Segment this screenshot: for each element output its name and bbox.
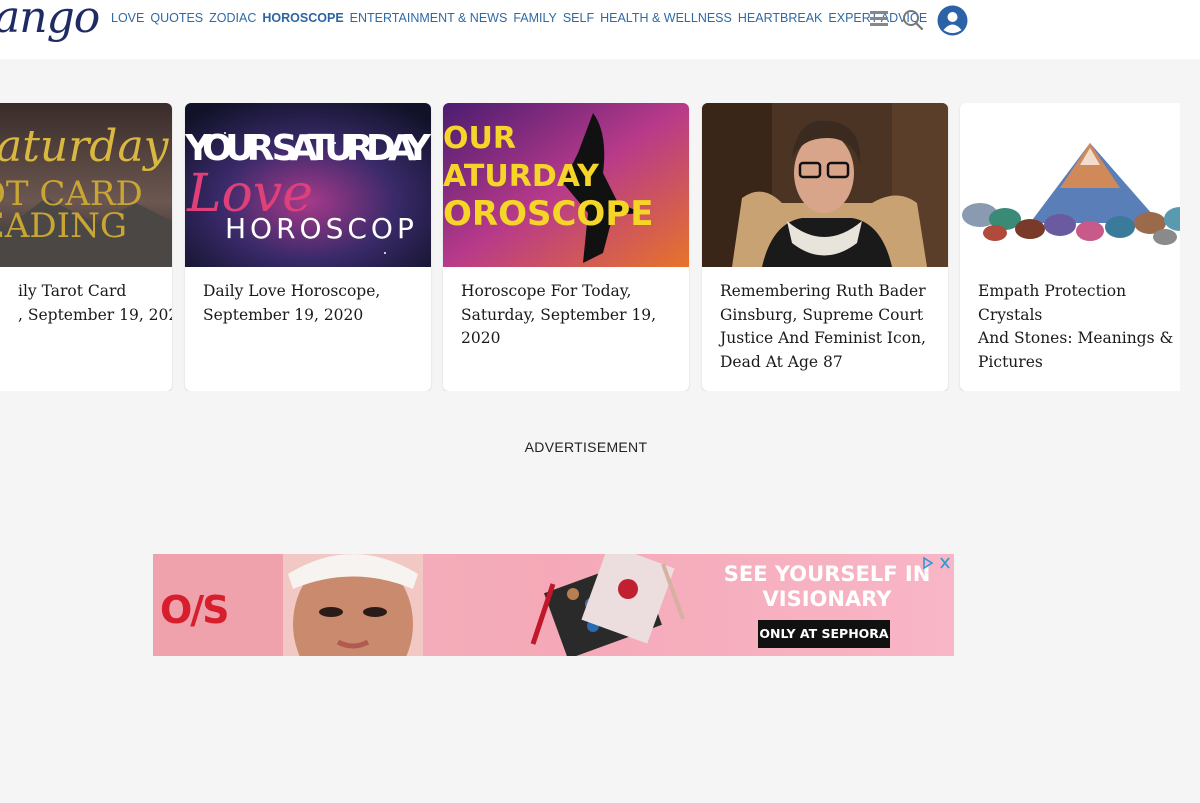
article-card[interactable]: aturday OT CARD EADING ily Tarot Card , …	[0, 103, 172, 391]
article-card[interactable]: Empath Protection Crystals And Stones: M…	[960, 103, 1180, 391]
article-thumbnail: aturday OT CARD EADING	[0, 103, 172, 267]
ad-brand-logo: O/S	[160, 588, 230, 632]
svg-text:OUR: OUR	[443, 121, 516, 156]
adchoices-icon[interactable]	[922, 556, 952, 575]
article-card[interactable]: YOUR SATURDAY Love HOROSCOP Daily Love H…	[185, 103, 431, 391]
svg-text:HOROSCOP: HOROSCOP	[225, 212, 418, 245]
ad-headline: SEE YOURSELF IN VISIONARY	[723, 562, 931, 611]
article-title[interactable]: Remembering Ruth Bader Ginsburg, Supreme…	[720, 280, 935, 374]
main-nav: LOVE QUOTES ZODIAC HOROSCOPE ENTERTAINME…	[111, 11, 933, 25]
account-avatar-icon[interactable]	[937, 5, 968, 41]
nav-item-self[interactable]: SELF	[563, 11, 594, 25]
search-icon[interactable]	[902, 9, 924, 36]
nav-item-heartbreak[interactable]: HEARTBREAK	[738, 11, 823, 25]
article-thumbnail: YOUR SATURDAY Love HOROSCOP	[185, 103, 431, 267]
svg-text:ATURDAY: ATURDAY	[443, 159, 600, 194]
article-card[interactable]: OUR ATURDAY OROSCOPE Horoscope For Today…	[443, 103, 689, 391]
article-thumbnail: OUR ATURDAY OROSCOPE	[443, 103, 689, 267]
nav-item-family[interactable]: FAMILY	[513, 11, 557, 25]
article-thumbnail	[702, 103, 948, 267]
nav-item-quotes[interactable]: QUOTES	[150, 11, 203, 25]
advertisement-label: ADVERTISEMENT	[524, 439, 648, 455]
site-logo[interactable]: ango	[0, 0, 100, 43]
nav-item-horoscope[interactable]: HOROSCOPE	[262, 11, 343, 25]
svg-text:YOUR SATURDAY: YOUR SATURDAY	[185, 128, 431, 169]
site-header: ango LOVE QUOTES ZODIAC HOROSCOPE ENTERT…	[0, 0, 1200, 59]
nav-item-love[interactable]: LOVE	[111, 11, 144, 25]
nav-item-health-wellness[interactable]: HEALTH & WELLNESS	[600, 11, 732, 25]
svg-text:OROSCOPE: OROSCOPE	[443, 194, 653, 234]
article-title[interactable]: Empath Protection Crystals And Stones: M…	[978, 280, 1180, 374]
article-title[interactable]: ily Tarot Card , September 19, 2020	[18, 280, 172, 327]
svg-text:aturday: aturday	[0, 121, 170, 172]
article-thumbnail	[960, 103, 1180, 267]
ad-cta-button[interactable]: ONLY AT SEPHORA	[758, 620, 890, 648]
nav-item-zodiac[interactable]: ZODIAC	[209, 11, 256, 25]
article-title[interactable]: Horoscope For Today, Saturday, September…	[461, 280, 676, 351]
article-carousel: aturday OT CARD EADING ily Tarot Card , …	[0, 103, 1180, 391]
hamburger-menu-icon[interactable]	[870, 11, 888, 27]
article-card[interactable]: Remembering Ruth Bader Ginsburg, Supreme…	[702, 103, 948, 391]
article-title[interactable]: Daily Love Horoscope, September 19, 2020	[203, 280, 418, 327]
nav-item-entertainment-news[interactable]: ENTERTAINMENT & NEWS	[350, 11, 508, 25]
svg-text:EADING: EADING	[0, 206, 127, 246]
